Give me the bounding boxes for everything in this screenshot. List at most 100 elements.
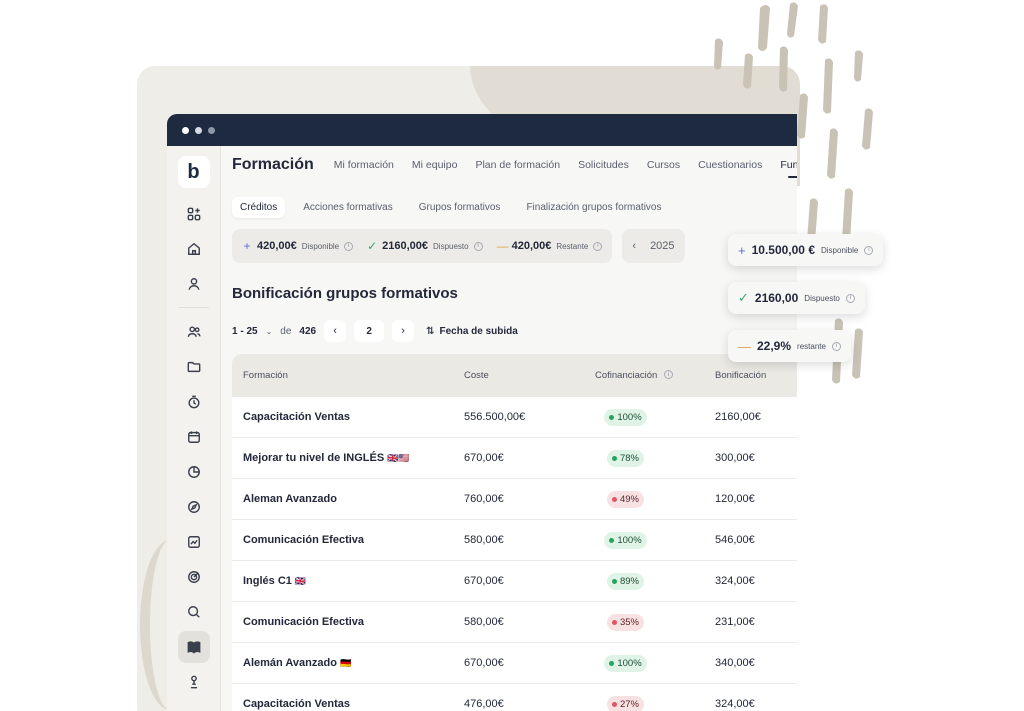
info-icon[interactable]: i bbox=[664, 370, 673, 379]
table-row[interactable]: Comunicación Efectiva 580,00€ 35% 231,00€ bbox=[232, 602, 797, 643]
chevron-left-icon[interactable]: ‹ bbox=[632, 240, 636, 252]
subtab-acciones-formativas[interactable]: Acciones formativas bbox=[295, 197, 400, 218]
credit-remaining: — 420,00€ Restante i bbox=[497, 239, 603, 253]
window-dot-maximize[interactable] bbox=[208, 126, 215, 134]
column-header-coste[interactable]: Coste bbox=[458, 370, 568, 381]
course-name: Inglés C1 bbox=[243, 575, 292, 587]
subtab-finalizacion-grupos[interactable]: Finalización grupos formativos bbox=[518, 197, 669, 218]
course-name: Comunicación Efectiva bbox=[243, 534, 365, 546]
cofinanciacion-value: 27% bbox=[619, 698, 639, 710]
nav-cursos[interactable]: Cursos bbox=[647, 159, 680, 171]
compass-icon[interactable] bbox=[178, 491, 210, 523]
window-dot-minimize[interactable] bbox=[195, 126, 202, 134]
app-logo[interactable]: b bbox=[177, 156, 210, 188]
nav-plan-de-formacion[interactable]: Plan de formación bbox=[475, 159, 560, 171]
cofinanciacion-badge: 89% bbox=[606, 572, 644, 590]
flag-icon: 🇩🇪 bbox=[339, 658, 352, 668]
cofinanciacion-badge: 35% bbox=[606, 613, 644, 631]
table-body: Capacitación Ventas 556.500,00€ 100% 2160,0… bbox=[232, 397, 797, 711]
cofinanciacion-value: 49% bbox=[619, 493, 639, 505]
column-header-formacion[interactable]: Formación bbox=[232, 370, 458, 381]
info-icon[interactable]: i bbox=[473, 241, 483, 251]
table-row[interactable]: Comunicación Efectiva 580,00€ 100% 546,00€ bbox=[232, 520, 797, 561]
credit-used-amount: 2160,00€ bbox=[382, 240, 429, 252]
nav-mi-equipo[interactable]: Mi equipo bbox=[412, 159, 458, 171]
table-row[interactable]: Capacitación Ventas 476,00€ 27% 324,00€ bbox=[232, 684, 797, 711]
home-icon[interactable] bbox=[178, 233, 210, 265]
search-chart-icon[interactable] bbox=[178, 596, 210, 628]
info-icon[interactable]: i bbox=[831, 341, 841, 351]
sort-button[interactable]: ⇅ Fecha de subida bbox=[426, 326, 518, 337]
floating-available-amount: 10.500,00 € bbox=[751, 243, 815, 257]
settings-person-icon[interactable] bbox=[178, 666, 210, 698]
cofinanciacion-badge: 100% bbox=[604, 531, 647, 549]
folder-icon[interactable] bbox=[178, 351, 210, 383]
table-header: Formación Coste Cofinanciación i Bonific… bbox=[232, 354, 797, 397]
info-icon[interactable]: i bbox=[344, 241, 354, 251]
cell-cofinanciacion: 49% bbox=[568, 490, 683, 508]
timer-icon[interactable] bbox=[178, 386, 210, 418]
cofinanciacion-badge: 49% bbox=[606, 490, 644, 508]
column-header-cofinanciacion[interactable]: Cofinanciación i bbox=[568, 370, 683, 381]
subtab-creditos[interactable]: Créditos bbox=[232, 196, 286, 218]
nav-fundae[interactable]: Fundae bbox=[780, 159, 797, 178]
table-row[interactable]: Alemán Avanzado 🇩🇪 670,00€ 100% 340,00€ bbox=[232, 643, 797, 684]
cofinanciacion-value: 100% bbox=[617, 534, 642, 546]
course-name: Comunicación Efectiva bbox=[243, 616, 365, 628]
credit-used-label: Dispuesto bbox=[433, 241, 469, 251]
cell-bonificacion: 324,00€ bbox=[715, 698, 755, 710]
cell-formacion: Aleman Avanzado bbox=[232, 493, 458, 505]
nav-mi-formacion[interactable]: Mi formación bbox=[334, 159, 394, 171]
cell-cofinanciacion: 27% bbox=[568, 695, 683, 711]
stage: b Formación Mi formación Mi equipo Plan … bbox=[0, 0, 1024, 711]
book-icon[interactable] bbox=[177, 630, 210, 663]
user-icon[interactable] bbox=[178, 268, 210, 300]
floating-remaining-label: restante bbox=[797, 341, 826, 351]
table-row[interactable]: Capacitación Ventas 556.500,00€ 100% 2160,0… bbox=[232, 397, 797, 438]
floating-used-label: Dispuesto bbox=[804, 293, 840, 303]
cofinanciacion-value: 78% bbox=[619, 452, 639, 464]
floating-available-label: Disponible bbox=[821, 245, 859, 255]
subtab-grupos-formativos[interactable]: Grupos formativos bbox=[411, 197, 509, 218]
table-row[interactable]: Aleman Avanzado 760,00€ 49% 120,00€ bbox=[232, 479, 797, 520]
prev-page-button[interactable]: ‹ bbox=[324, 320, 347, 342]
sort-az-icon: ⇅ bbox=[426, 325, 435, 337]
nav-cuestionarios[interactable]: Cuestionarios bbox=[698, 159, 762, 171]
cell-coste: 556.500,00€ bbox=[464, 411, 526, 423]
plus-icon: + bbox=[243, 239, 251, 253]
target-icon[interactable] bbox=[178, 561, 210, 593]
floating-card-remaining: — 22,9% restante i bbox=[728, 330, 851, 362]
users-icon[interactable] bbox=[178, 316, 210, 348]
credit-totals: + 420,00€ Disponible i ✓ 2160,00€ Dispue… bbox=[232, 229, 613, 263]
info-icon[interactable]: i bbox=[864, 245, 874, 255]
credit-available-amount: 420,00€ bbox=[257, 240, 297, 252]
subtabs: Créditos Acciones formativas Grupos form… bbox=[232, 196, 797, 218]
status-dot-icon bbox=[611, 496, 617, 502]
nav-solicitudes[interactable]: Solicitudes bbox=[578, 159, 629, 171]
page-range[interactable]: 1 - 25 bbox=[232, 326, 258, 337]
current-page[interactable]: 2 bbox=[354, 320, 385, 342]
info-icon[interactable]: i bbox=[593, 241, 603, 251]
cofinanciacion-value: 35% bbox=[619, 616, 639, 628]
calendar-icon[interactable] bbox=[178, 421, 210, 453]
cofinanciacion-value: 100% bbox=[617, 657, 642, 669]
floating-used-amount: 2160,00 bbox=[754, 291, 799, 305]
pie-chart-icon[interactable] bbox=[178, 456, 210, 488]
floating-remaining-amount: 22,9% bbox=[757, 339, 792, 353]
cell-cofinanciacion: 100% bbox=[568, 531, 683, 549]
credit-remaining-label: Restante bbox=[556, 241, 589, 251]
analytics-icon[interactable] bbox=[178, 526, 210, 558]
table-row[interactable]: Inglés C1 🇬🇧 670,00€ 89% 324,00€ bbox=[232, 561, 797, 602]
next-page-button[interactable]: › bbox=[392, 320, 415, 342]
bonificacion-table: Formación Coste Cofinanciación i Bonific… bbox=[232, 354, 797, 711]
column-header-bonificacion[interactable]: Bonificación bbox=[683, 370, 783, 381]
info-icon[interactable]: i bbox=[845, 293, 855, 303]
course-name: Capacitación Ventas bbox=[243, 411, 350, 423]
apps-icon[interactable] bbox=[178, 198, 210, 230]
status-dot-icon bbox=[611, 619, 617, 625]
chevron-down-icon[interactable]: ⌄ bbox=[266, 327, 273, 336]
year-selector[interactable]: ‹ 2025 bbox=[622, 229, 685, 263]
window-dot-close[interactable] bbox=[182, 126, 189, 134]
table-row[interactable]: Mejorar tu nivel de INGLÉS 🇬🇧🇺🇸 670,00€ 78%… bbox=[232, 438, 797, 479]
section-title: Bonificación grupos formativos bbox=[232, 285, 458, 302]
